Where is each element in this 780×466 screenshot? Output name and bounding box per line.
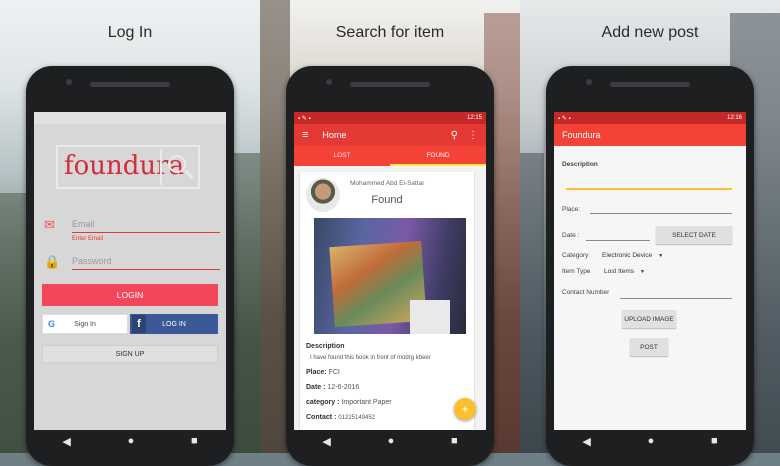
facebook-icon: f — [132, 315, 146, 333]
phone-search: ▪ ✎ ▪ 12:15 ≡ Home ⚲ ⋮ LOST FOUND Mohamm… — [286, 66, 494, 466]
front-camera — [586, 79, 592, 85]
description-value: I have found this book in front of modrg… — [310, 355, 431, 361]
contact-number-input[interactable] — [620, 298, 732, 299]
home-icon[interactable]: ● — [388, 435, 395, 447]
post-button[interactable]: POST — [630, 338, 668, 356]
facebook-login-button[interactable]: f LOG IN — [130, 314, 218, 334]
google-icon: G — [48, 319, 56, 329]
google-sign-in-label: Sign In — [74, 320, 96, 328]
android-nav-bar: ◀ ● ■ — [554, 430, 746, 452]
category-label: Category — [562, 252, 589, 259]
password-field-group: 🔒 — [44, 252, 220, 272]
notification-icons: ▪ ✎ ▪ — [298, 115, 311, 122]
panel-title-addpost: Add new post — [601, 24, 699, 41]
back-icon[interactable]: ◀ — [582, 435, 590, 448]
app-logo: foundura — [56, 145, 200, 189]
android-nav-bar: ◀ ● ■ — [294, 430, 486, 452]
description-input[interactable] — [566, 188, 732, 190]
android-nav-bar: ◀ ● ■ — [34, 430, 226, 452]
home-icon[interactable]: ● — [128, 435, 135, 447]
category-row: category : Important Paper — [306, 399, 392, 406]
phone-addpost: ▪ ✎ ▪ 12:16 Foundura Description Place: … — [546, 66, 754, 466]
dropdown-caret-icon: ▼ — [658, 253, 664, 259]
back-icon[interactable]: ◀ — [322, 435, 330, 448]
email-field[interactable] — [72, 215, 220, 233]
place-label: Place: — [562, 206, 581, 213]
category-value: Electronic Device — [602, 252, 653, 259]
speaker-grille — [90, 82, 170, 87]
post-type: Found — [371, 194, 403, 206]
front-camera — [66, 79, 72, 85]
search-screen: ▪ ✎ ▪ 12:15 ≡ Home ⚲ ⋮ LOST FOUND Mohamm… — [294, 112, 486, 430]
phone-login: foundura ✉ Enter Email 🔒 LOGIN G Sign In… — [26, 66, 234, 466]
google-sign-in-button[interactable]: G Sign In — [42, 314, 128, 334]
search-icon[interactable]: ⚲ — [451, 130, 458, 141]
place-input[interactable] — [590, 213, 732, 214]
speaker-grille — [610, 82, 690, 87]
facebook-login-label: LOG IN — [162, 320, 186, 328]
logo-search-icon — [160, 149, 196, 185]
category-select[interactable]: Electronic Device ▼ — [602, 252, 663, 259]
notification-icons: ▪ ✎ ▪ — [558, 115, 571, 122]
item-photo — [314, 218, 466, 334]
menu-icon[interactable]: ≡ — [302, 129, 308, 141]
back-icon[interactable]: ◀ — [62, 435, 70, 448]
sign-up-button[interactable]: SIGN UP — [42, 345, 218, 363]
lock-icon: 🔒 — [44, 254, 61, 269]
password-field[interactable] — [72, 252, 220, 270]
item-type-select[interactable]: Lost Items ▼ — [604, 268, 645, 275]
app-bar: Foundura — [554, 124, 746, 146]
recents-icon[interactable]: ■ — [451, 435, 458, 447]
login-button[interactable]: LOGIN — [42, 284, 218, 306]
speaker-grille — [350, 82, 430, 87]
email-error-text: Enter Email — [72, 236, 104, 242]
status-bar: ▪ ✎ ▪ 12:15 — [294, 112, 486, 124]
front-camera — [326, 79, 332, 85]
add-post-fab[interactable]: + — [454, 398, 476, 420]
date-input[interactable] — [586, 240, 650, 241]
upload-image-button[interactable]: UPLOAD IMAGE — [622, 310, 676, 328]
status-bar: ▪ ✎ ▪ 12:16 — [554, 112, 746, 124]
item-type-value: Lost Items — [604, 268, 634, 275]
tab-bar: LOST FOUND — [294, 146, 486, 166]
description-label: Description — [306, 343, 345, 350]
dropdown-caret-icon: ▼ — [639, 269, 645, 275]
item-type-label: Item Type — [562, 268, 591, 275]
contact-row: Contact : 01225149452 — [306, 414, 376, 421]
contact-number-label: Contact Number — [562, 289, 610, 296]
app-bar-title: Foundura — [562, 130, 601, 140]
home-icon[interactable]: ● — [648, 435, 655, 447]
paper-image — [410, 300, 450, 334]
date-row: Date : 12-6-2016 — [306, 384, 360, 391]
recents-icon[interactable]: ■ — [711, 435, 718, 447]
recents-icon[interactable]: ■ — [191, 435, 198, 447]
date-label: Date : — [562, 232, 580, 239]
status-time: 12:16 — [726, 115, 742, 121]
post-card[interactable]: Mohammed Abd El-Sattar Found Description… — [300, 172, 474, 430]
select-date-button[interactable]: SELECT DATE — [656, 226, 732, 244]
email-field-group: ✉ Enter Email — [44, 215, 220, 242]
description-label: Description — [562, 161, 598, 168]
addpost-screen: ▪ ✎ ▪ 12:16 Foundura Description Place: … — [554, 112, 746, 430]
place-row: Place: FCI — [306, 369, 340, 376]
status-bar — [34, 112, 226, 124]
app-bar-title: Home — [322, 130, 347, 140]
app-bar: ≡ Home ⚲ ⋮ — [294, 124, 486, 146]
poster-name: Mohammed Abd El-Sattar — [350, 180, 425, 187]
email-icon: ✉ — [44, 217, 55, 232]
more-options-icon[interactable]: ⋮ — [468, 130, 478, 141]
panel-title-login: Log In — [107, 24, 153, 41]
tab-lost[interactable]: LOST — [294, 146, 390, 166]
login-screen: foundura ✉ Enter Email 🔒 LOGIN G Sign In… — [34, 112, 226, 430]
status-time: 12:15 — [466, 115, 482, 121]
panel-title-search: Search for item — [335, 24, 445, 41]
tab-found[interactable]: FOUND — [390, 146, 486, 166]
